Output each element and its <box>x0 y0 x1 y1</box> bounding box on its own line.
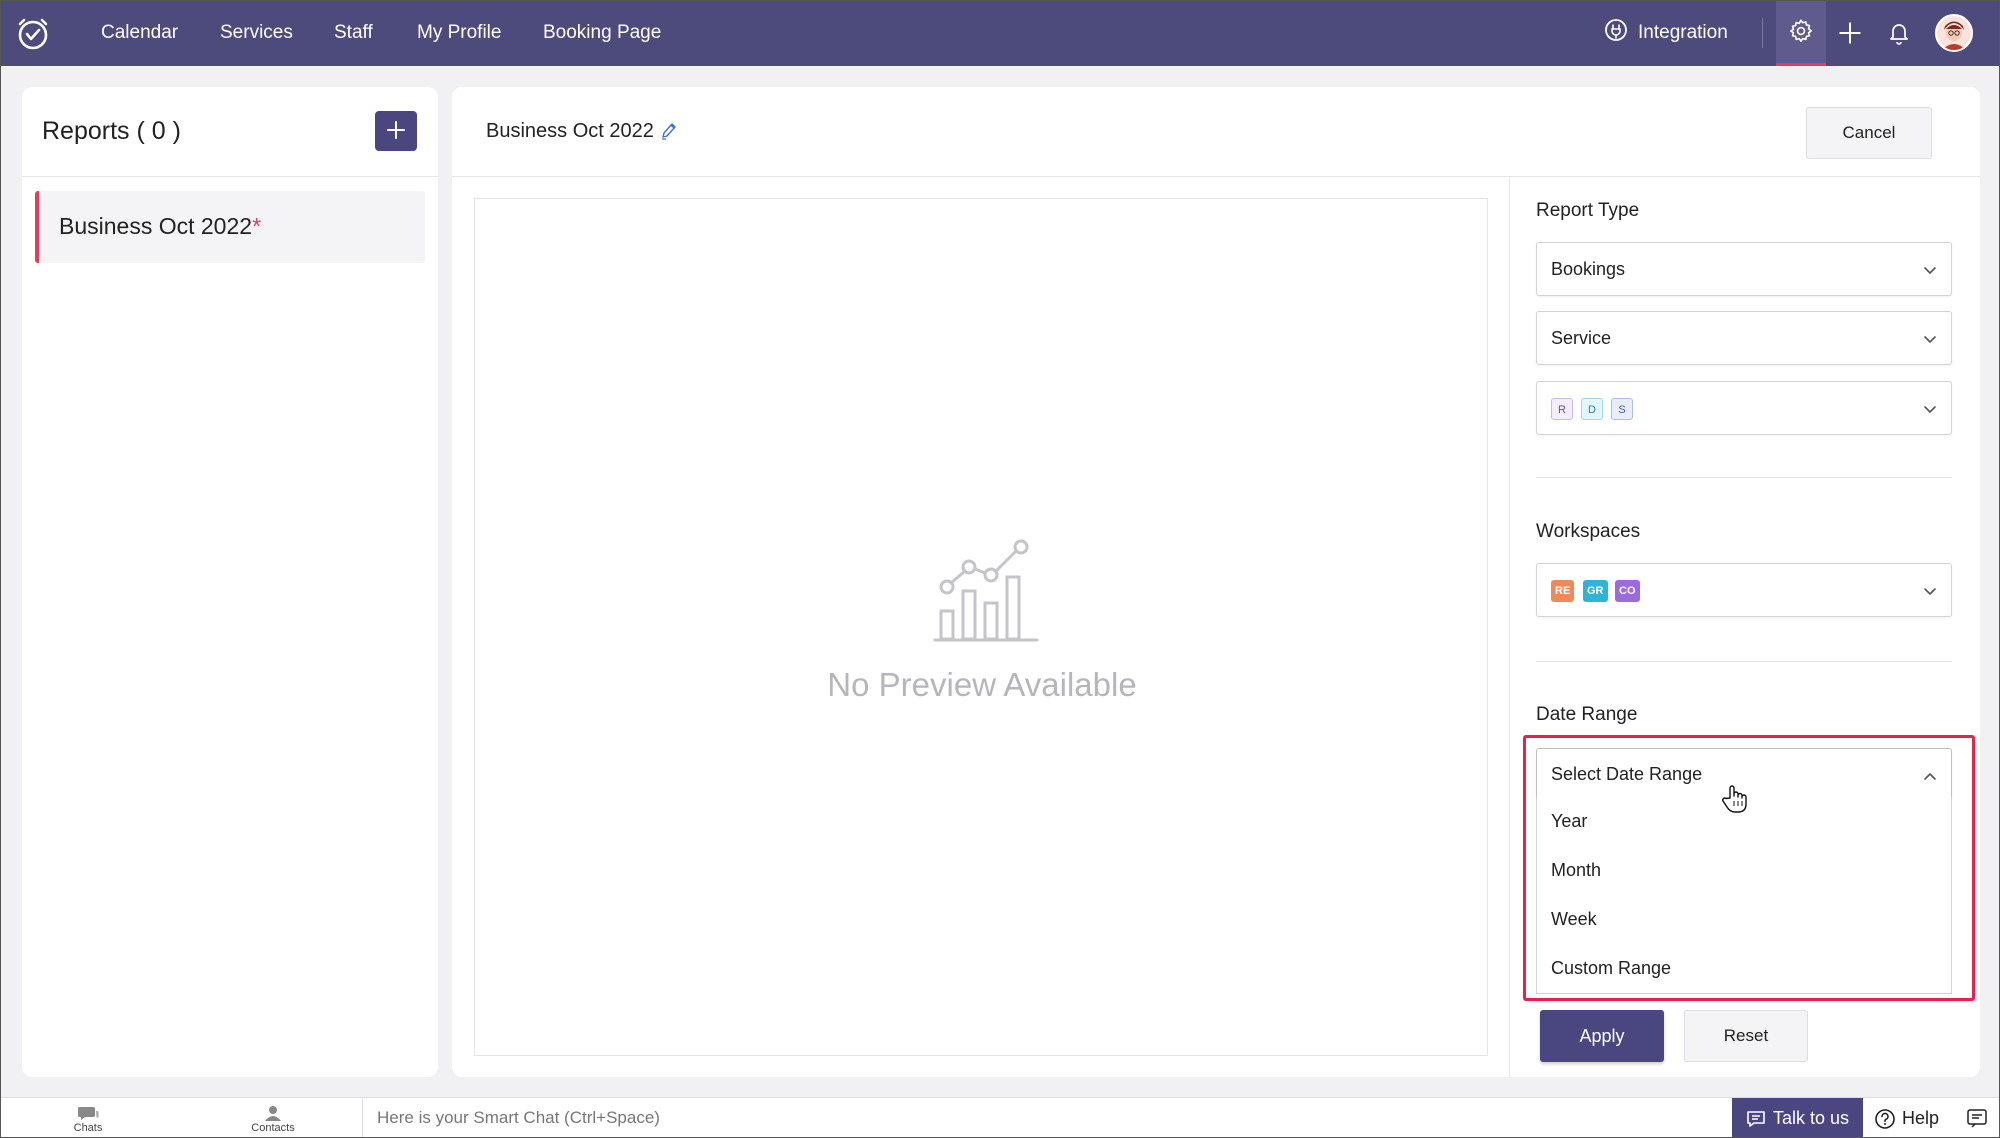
chevron-down-icon <box>1923 332 1937 350</box>
report-type-value: Bookings <box>1551 259 1626 279</box>
add-report-button[interactable] <box>375 111 417 151</box>
talk-to-us-label: Talk to us <box>1772 1108 1850 1128</box>
report-preview-area: No Preview Available <box>474 198 1488 1056</box>
bottom-bar: Chats Contacts Here is your Smart Chat (… <box>0 1097 2000 1138</box>
date-range-options: Year Month Week Custom Range <box>1536 797 1952 994</box>
plus-icon[interactable] <box>1830 0 1870 66</box>
talk-to-us-button[interactable]: Talk to us <box>1732 1098 1863 1138</box>
cancel-button[interactable]: Cancel <box>1806 107 1932 159</box>
report-type-select[interactable]: Bookings <box>1536 242 1952 296</box>
service-chip: D <box>1581 398 1603 420</box>
active-indicator <box>1776 63 1826 66</box>
report-type-label: Report Type <box>1536 200 1640 221</box>
settings-button[interactable] <box>1776 0 1826 66</box>
avatar[interactable] <box>1935 14 1973 52</box>
workspace-chip: RE <box>1551 580 1575 602</box>
integration-label: Integration <box>1638 22 1728 43</box>
chevron-down-icon <box>1923 584 1937 602</box>
feedback-icon[interactable] <box>1966 1107 1988 1134</box>
report-editor-header: Business Oct 2022 Cancel <box>452 87 1980 177</box>
date-range-placeholder: Select Date Range <box>1551 764 1703 784</box>
service-chip: S <box>1611 398 1633 420</box>
nav-calendar[interactable]: Calendar <box>101 0 178 66</box>
chevron-up-icon <box>1923 768 1937 786</box>
contacts-tab[interactable]: Contacts <box>228 1098 318 1138</box>
date-range-option-year[interactable]: Year <box>1551 811 1587 832</box>
date-range-option-month[interactable]: Month <box>1551 860 1601 881</box>
chats-tab[interactable]: Chats <box>43 1098 133 1138</box>
date-range-option-custom[interactable]: Custom Range <box>1551 958 1671 979</box>
calendar-clock-logo-icon[interactable] <box>14 14 52 52</box>
workspaces-multiselect[interactable]: RE GR CO <box>1536 563 1952 617</box>
plug-icon <box>1604 18 1638 48</box>
nav-booking-page[interactable]: Booking Page <box>543 0 661 66</box>
topbar-divider <box>1762 18 1763 48</box>
question-circle-icon <box>1875 1108 1895 1129</box>
date-range-label: Date Range <box>1536 704 1638 725</box>
bottom-divider <box>362 1098 363 1138</box>
plus-icon <box>385 119 407 144</box>
chat-bubble-icon <box>78 1107 99 1120</box>
reports-title: Reports ( 0 ) <box>42 117 181 145</box>
report-editor: Business Oct 2022 Cancel No Preview Avai… <box>452 87 1980 1077</box>
reset-button[interactable]: Reset <box>1684 1010 1808 1062</box>
no-preview-message: No Preview Available <box>827 666 1137 703</box>
person-icon <box>265 1106 281 1121</box>
report-item-label: Business Oct 2022* <box>59 213 262 239</box>
top-navigation-bar: Calendar Services Staff My Profile Booki… <box>0 0 2000 66</box>
date-range-option-week[interactable]: Week <box>1551 909 1597 930</box>
contacts-label: Contacts <box>251 1122 295 1134</box>
reports-sidebar: Reports ( 0 ) Business Oct 2022* <box>22 87 438 1077</box>
bell-icon[interactable] <box>1879 0 1919 66</box>
reports-sidebar-header: Reports ( 0 ) <box>22 87 438 177</box>
workspaces-label: Workspaces <box>1536 521 1641 542</box>
help-button[interactable]: Help <box>1874 1098 1939 1138</box>
gear-icon <box>1788 18 1814 49</box>
integration-button[interactable]: Integration <box>1604 0 1728 66</box>
chats-label: Chats <box>73 1122 103 1134</box>
filters-divider <box>1509 177 1510 1077</box>
group-by-select[interactable]: Service <box>1536 311 1952 365</box>
message-icon <box>1747 1110 1765 1127</box>
pencil-icon[interactable] <box>660 122 676 145</box>
nav-services[interactable]: Services <box>220 0 293 66</box>
workspace-chip: CO <box>1615 580 1640 602</box>
chevron-down-icon <box>1923 402 1937 420</box>
section-separator <box>1536 477 1952 478</box>
help-label: Help <box>1902 1108 1940 1128</box>
services-multiselect[interactable]: R D S <box>1536 381 1952 435</box>
hand-cursor-icon <box>1722 784 1748 819</box>
apply-button[interactable]: Apply <box>1540 1010 1664 1062</box>
chevron-down-icon <box>1923 263 1937 281</box>
report-name: Business Oct 2022 <box>486 120 654 142</box>
service-chip: R <box>1551 398 1573 420</box>
section-separator <box>1536 661 1952 662</box>
group-by-value: Service <box>1551 328 1612 348</box>
report-list-item[interactable]: Business Oct 2022* <box>35 191 425 263</box>
smart-chat-input[interactable]: Here is your Smart Chat (Ctrl+Space) <box>377 1108 660 1128</box>
bar-chart-icon <box>933 539 1039 650</box>
nav-staff[interactable]: Staff <box>334 0 373 66</box>
nav-my-profile[interactable]: My Profile <box>417 0 501 66</box>
unsaved-mark: * <box>252 213 262 239</box>
workspace-chip: GR <box>1583 580 1608 602</box>
